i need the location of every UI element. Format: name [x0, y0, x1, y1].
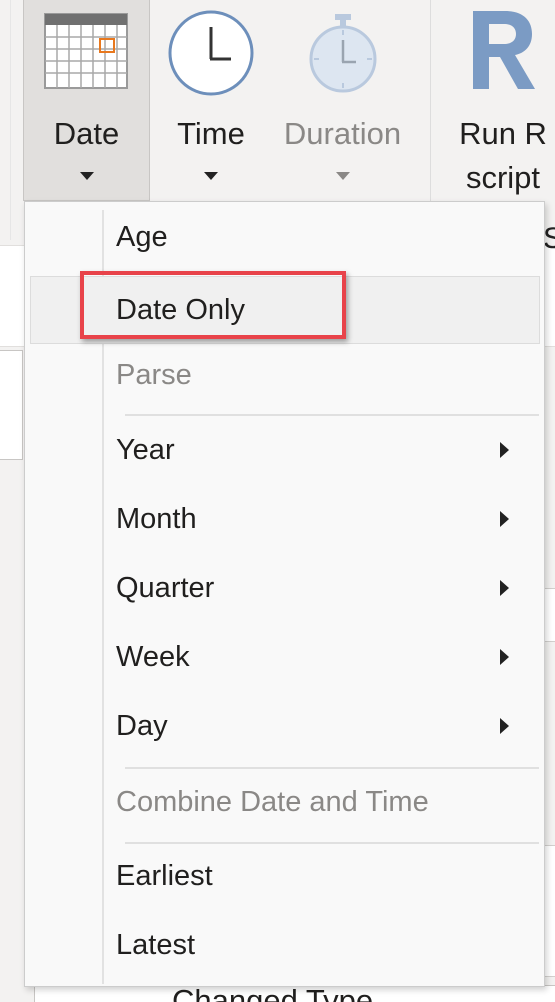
clock-icon [168, 10, 254, 96]
ribbon-separator [10, 0, 11, 240]
submenu-arrow-icon [500, 580, 509, 596]
menu-item-label: Day [116, 710, 168, 742]
menu-item-latest[interactable]: Latest [25, 912, 544, 978]
menu-item-label: Combine Date and Time [116, 786, 429, 818]
ribbon-group-separator [430, 0, 431, 205]
menu-item-label: Earliest [116, 860, 213, 892]
run-r-script-label-line2: script [465, 160, 541, 195]
menu-item-label: Month [116, 503, 197, 535]
date-button[interactable]: Date [23, 0, 150, 201]
calendar-icon [44, 13, 128, 89]
menu-item-age[interactable]: Age [25, 204, 544, 270]
run-r-script-label-line1: Run R [459, 116, 547, 151]
duration-button[interactable]: Duration [275, 0, 410, 200]
menu-item-year[interactable]: Year [25, 417, 544, 483]
run-r-script-button[interactable]: Run R script [448, 0, 555, 205]
menu-item-parse[interactable]: Parse [25, 342, 544, 408]
queries-pane-edge [0, 350, 23, 460]
menu-item-label: Age [116, 221, 168, 253]
duration-button-label: Duration [283, 116, 402, 151]
menu-item-week[interactable]: Week [25, 624, 544, 690]
r-script-icon [473, 11, 535, 89]
chevron-down-icon [204, 172, 218, 180]
menu-separator [125, 414, 539, 416]
time-button-label: Time [177, 116, 245, 151]
menu-item-combine-date-and-time[interactable]: Combine Date and Time [25, 769, 544, 835]
menu-item-label: Parse [116, 359, 192, 391]
stopwatch-icon [309, 14, 377, 93]
chevron-down-icon [335, 172, 350, 180]
chevron-down-icon [79, 172, 94, 180]
menu-item-label: Quarter [116, 572, 215, 604]
time-button[interactable]: Time [160, 0, 262, 200]
menu-item-label: Week [116, 641, 190, 673]
submenu-arrow-icon [500, 718, 509, 734]
submenu-arrow-icon [500, 442, 509, 458]
menu-item-quarter[interactable]: Quarter [25, 555, 544, 621]
menu-item-label: Latest [116, 929, 195, 961]
menu-item-label: Year [116, 434, 175, 466]
date-button-label: Date [53, 116, 120, 151]
highlight-annotation [80, 271, 346, 339]
menu-item-month[interactable]: Month [25, 486, 544, 552]
submenu-arrow-icon [500, 649, 509, 665]
submenu-arrow-icon [500, 511, 509, 527]
menu-item-day[interactable]: Day [25, 693, 544, 759]
menu-item-earliest[interactable]: Earliest [25, 843, 544, 909]
